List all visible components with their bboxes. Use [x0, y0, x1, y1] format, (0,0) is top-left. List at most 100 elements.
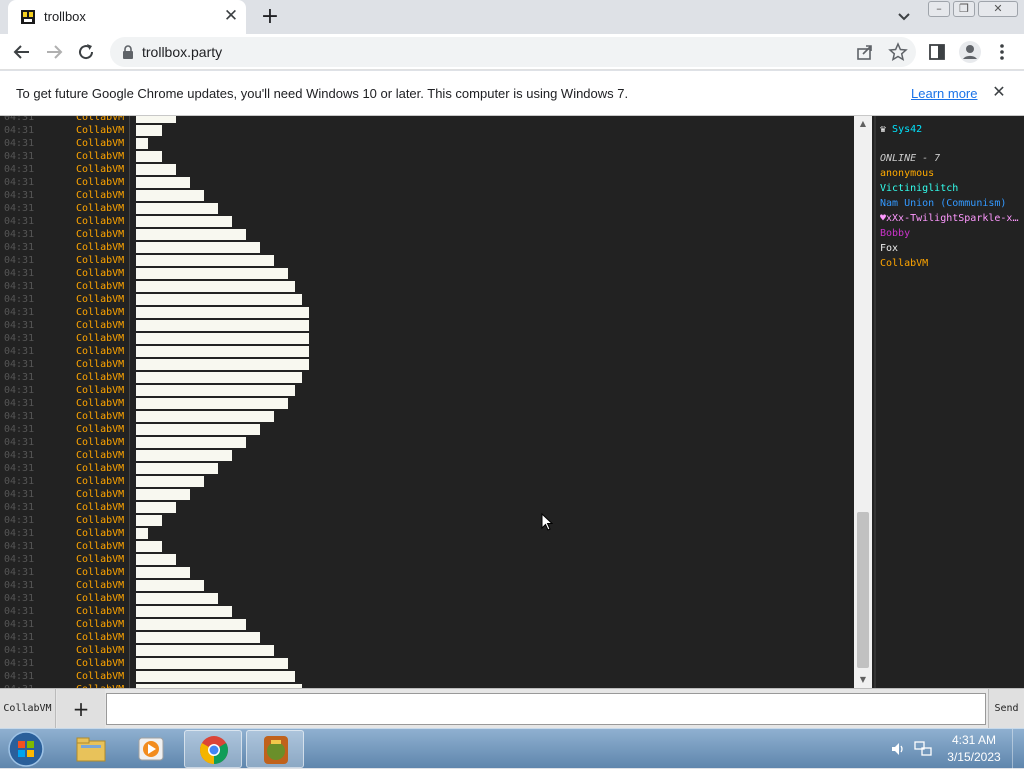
learn-more-link[interactable]: Learn more — [911, 86, 977, 101]
message-nick[interactable]: CollabVM — [76, 397, 124, 410]
windows-start-orb-icon[interactable] — [6, 730, 46, 768]
address-bar[interactable]: trollbox.party — [110, 37, 916, 67]
show-desktop-button[interactable] — [1012, 729, 1024, 769]
message-nick[interactable]: CollabVM — [76, 163, 124, 176]
more-menu-icon[interactable] — [992, 41, 1012, 63]
back-arrow-icon[interactable] — [10, 40, 34, 64]
message-block-text — [136, 489, 190, 500]
chrome-update-infobar: To get future Google Chrome updates, you… — [0, 71, 1024, 116]
scroll-thumb[interactable] — [857, 512, 869, 668]
message-nick[interactable]: CollabVM — [76, 371, 124, 384]
chat-log[interactable]: 04:31 CollabVM 04:31 CollabVM 04:31 CollabVM 0… — [0, 116, 854, 688]
owner-user[interactable]: ♛ Sys42 — [880, 123, 1022, 137]
message-nick[interactable]: CollabVM — [76, 566, 124, 579]
message-nick[interactable]: CollabVM — [76, 423, 124, 436]
message-nick[interactable]: CollabVM — [76, 488, 124, 501]
message-separator — [129, 384, 130, 397]
window-minimize-button[interactable]: – — [928, 1, 950, 17]
share-icon[interactable] — [854, 41, 876, 63]
message-nick[interactable]: CollabVM — [76, 254, 124, 267]
message-nick[interactable]: CollabVM — [76, 605, 124, 618]
message-nick[interactable]: CollabVM — [76, 137, 124, 150]
message-nick[interactable]: CollabVM — [76, 345, 124, 358]
message-nick[interactable]: CollabVM — [76, 280, 124, 293]
volume-icon[interactable] — [890, 741, 906, 757]
message-nick[interactable]: CollabVM — [76, 449, 124, 462]
taskbar-trollbox-app[interactable] — [246, 730, 304, 768]
message-timestamp: 04:31 — [4, 125, 35, 136]
user-list-item[interactable]: Bobby — [880, 227, 1022, 241]
side-panel-icon[interactable] — [926, 41, 948, 63]
message-input[interactable] — [106, 693, 986, 725]
user-list-item[interactable]: anonymous — [880, 167, 1022, 181]
message-nick[interactable]: CollabVM — [76, 332, 124, 345]
message-nick[interactable]: CollabVM — [76, 189, 124, 202]
taskbar-chrome[interactable] — [184, 730, 242, 768]
message-block-text — [136, 242, 260, 253]
profile-avatar-icon[interactable] — [958, 40, 982, 64]
window-restore-button[interactable]: ❐ — [953, 1, 975, 17]
message-nick[interactable]: CollabVM — [76, 618, 124, 631]
scroll-down-arrow-icon[interactable]: ▼ — [858, 676, 868, 684]
tab-search-chevron-icon[interactable] — [894, 8, 914, 26]
room-button[interactable]: CollabVM — [0, 689, 56, 729]
message-nick[interactable]: CollabVM — [76, 670, 124, 683]
message-nick[interactable]: CollabVM — [76, 124, 124, 137]
forward-arrow-icon[interactable] — [42, 40, 66, 64]
user-list-item[interactable]: Fox — [880, 242, 1022, 256]
reload-icon[interactable] — [74, 40, 98, 64]
chat-message-row: 04:31 CollabVM — [0, 163, 854, 176]
clock-date[interactable]: 3/15/2023 — [944, 750, 1004, 764]
clock-time[interactable]: 4:31 AM — [944, 733, 1004, 747]
tab-close-icon[interactable]: ✕ — [222, 7, 240, 25]
message-nick[interactable]: CollabVM — [76, 514, 124, 527]
message-nick[interactable]: CollabVM — [76, 501, 124, 514]
message-nick[interactable]: CollabVM — [76, 215, 124, 228]
add-button[interactable]: + — [57, 689, 105, 729]
message-nick[interactable]: CollabVM — [76, 592, 124, 605]
message-nick[interactable]: CollabVM — [76, 436, 124, 449]
taskbar-explorer[interactable] — [62, 730, 120, 768]
infobar-close-icon[interactable]: ✕ — [990, 83, 1008, 101]
message-nick[interactable]: CollabVM — [76, 319, 124, 332]
message-nick[interactable]: CollabVM — [76, 657, 124, 670]
new-tab-button[interactable]: + — [258, 6, 282, 28]
message-nick[interactable]: CollabVM — [76, 384, 124, 397]
message-nick[interactable]: CollabVM — [76, 150, 124, 163]
scroll-up-arrow-icon[interactable]: ▲ — [858, 120, 868, 128]
message-nick[interactable]: CollabVM — [76, 228, 124, 241]
message-separator — [129, 241, 130, 254]
taskbar-media-player[interactable] — [122, 730, 180, 768]
window-close-button[interactable]: ✕ — [978, 1, 1018, 17]
message-nick[interactable]: CollabVM — [76, 358, 124, 371]
message-nick[interactable]: CollabVM — [76, 579, 124, 592]
user-list-item[interactable]: Nam Union (Communism) — [880, 197, 1022, 211]
lock-icon[interactable] — [122, 45, 134, 59]
message-nick[interactable]: CollabVM — [76, 631, 124, 644]
message-nick[interactable]: CollabVM — [76, 267, 124, 280]
tab-trollbox[interactable]: trollbox ✕ — [8, 0, 246, 34]
send-button[interactable]: Send — [988, 689, 1024, 729]
chat-message-row: 04:31 CollabVM — [0, 124, 854, 137]
message-nick[interactable]: CollabVM — [76, 202, 124, 215]
message-nick[interactable]: CollabVM — [76, 553, 124, 566]
message-nick[interactable]: CollabVM — [76, 475, 124, 488]
chat-message-row: 04:31 CollabVM — [0, 423, 854, 436]
message-nick[interactable]: CollabVM — [76, 410, 124, 423]
message-nick[interactable]: CollabVM — [76, 116, 124, 124]
message-nick[interactable]: CollabVM — [76, 176, 124, 189]
message-nick[interactable]: CollabVM — [76, 644, 124, 657]
message-timestamp: 04:31 — [4, 580, 35, 591]
bookmark-star-icon[interactable] — [887, 41, 909, 63]
message-nick[interactable]: CollabVM — [76, 241, 124, 254]
chat-scrollbar[interactable]: ▲ ▼ — [854, 116, 872, 688]
message-nick[interactable]: CollabVM — [76, 527, 124, 540]
user-list-item[interactable]: CollabVM — [880, 257, 1022, 271]
message-nick[interactable]: CollabVM — [76, 306, 124, 319]
message-nick[interactable]: CollabVM — [76, 540, 124, 553]
message-nick[interactable]: CollabVM — [76, 462, 124, 475]
message-nick[interactable]: CollabVM — [76, 293, 124, 306]
user-list-item[interactable]: ♥xXx-TwilightSparkle-xXx — [880, 212, 1022, 226]
network-icon[interactable] — [914, 741, 932, 757]
user-list-item[interactable]: Victiniglitch — [880, 182, 1022, 196]
